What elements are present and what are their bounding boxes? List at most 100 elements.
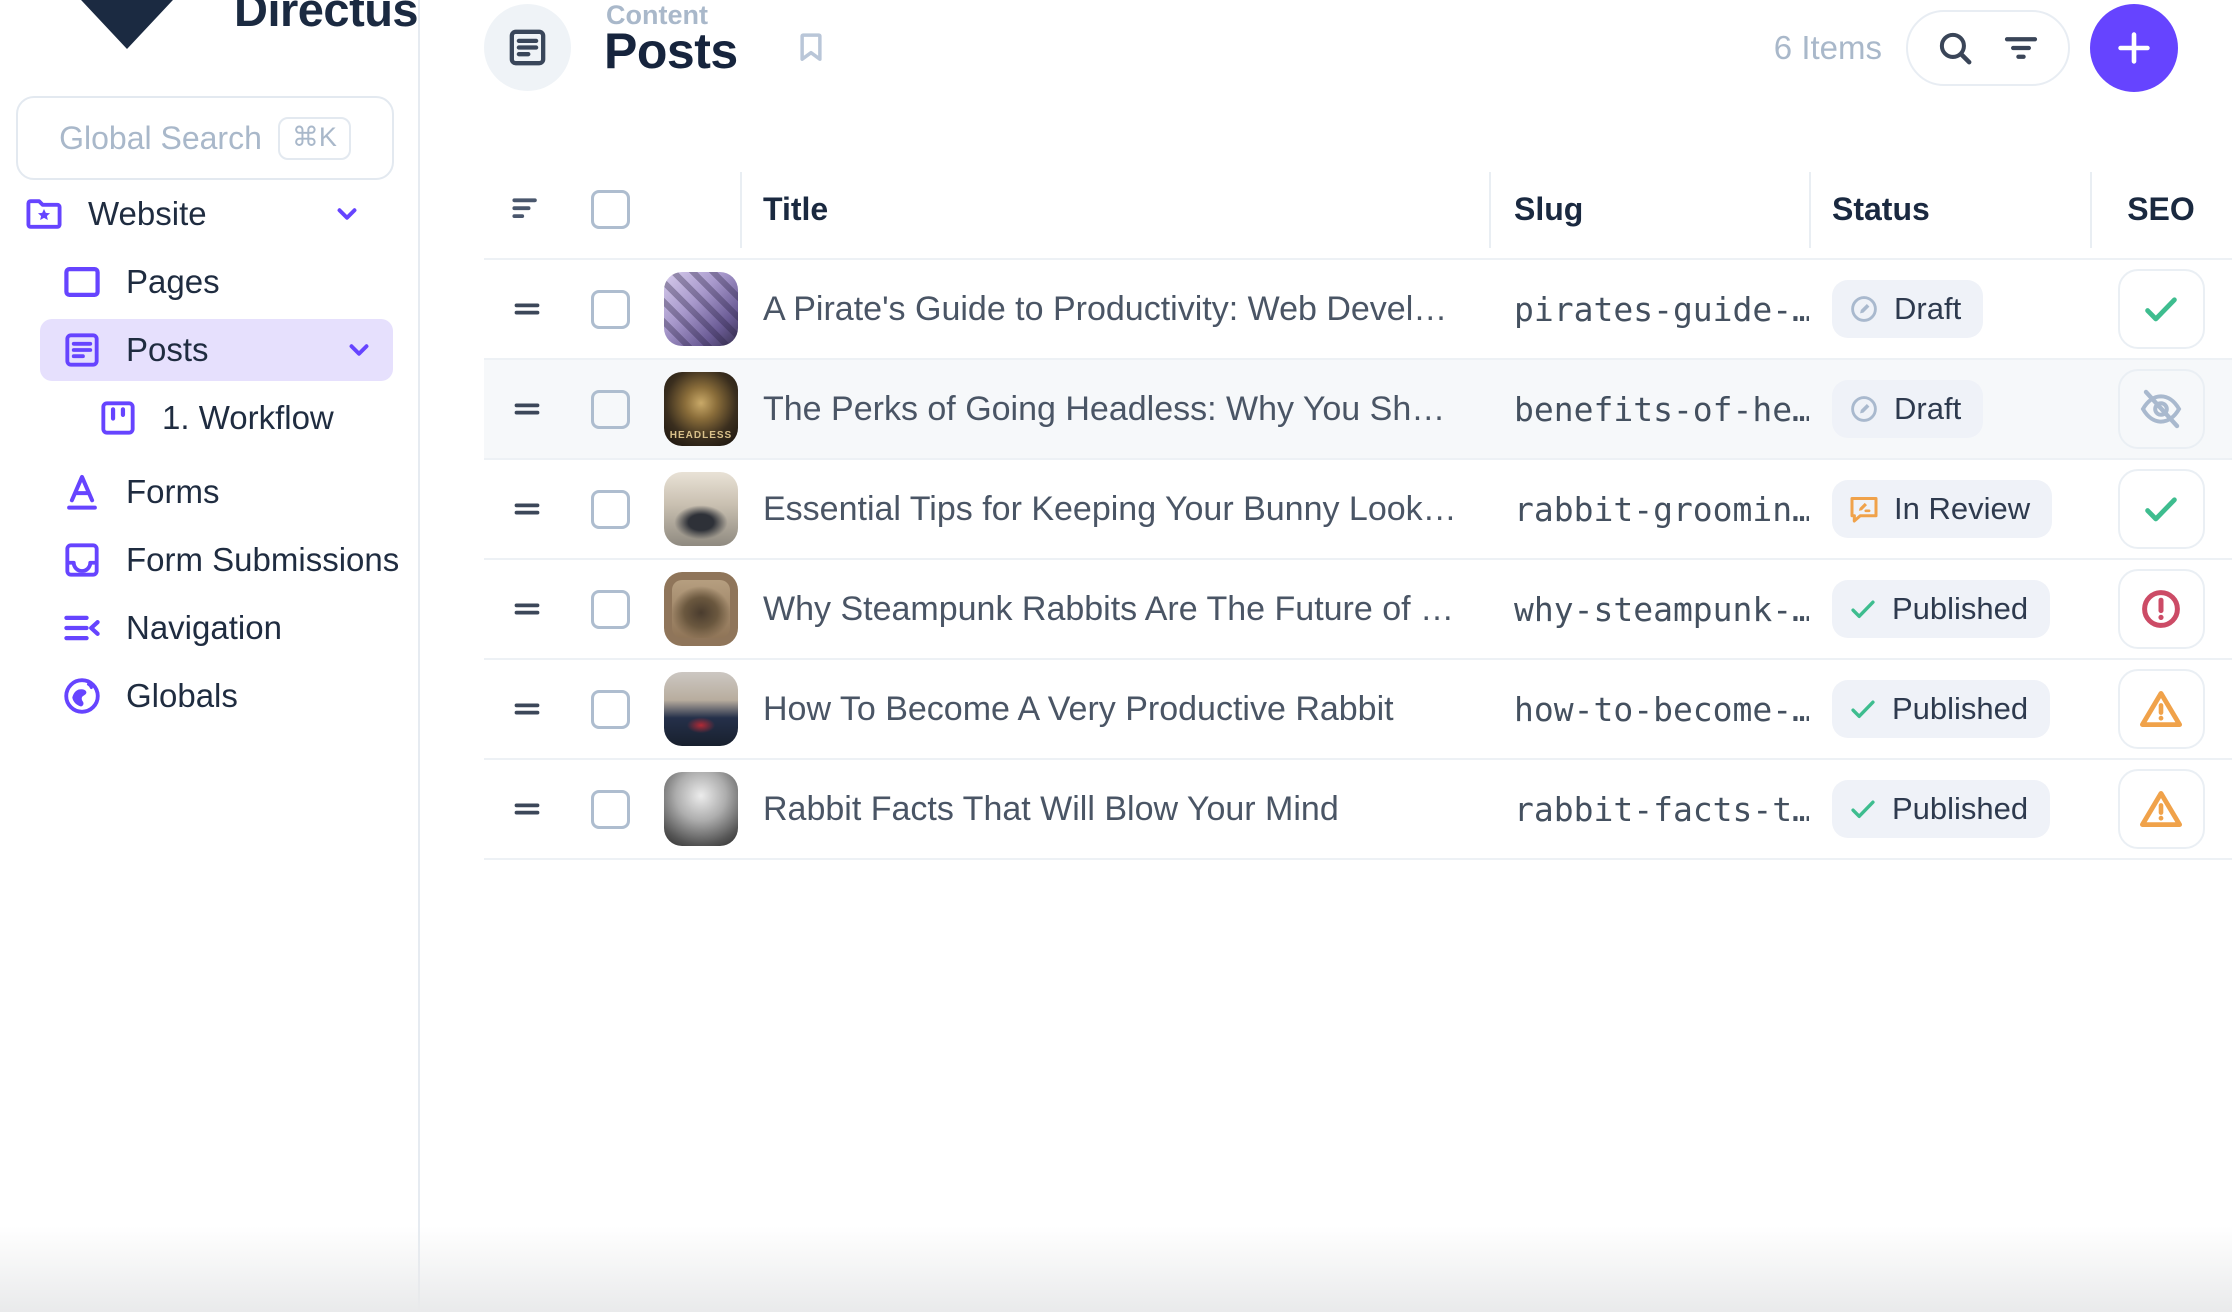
seo-status-ok <box>2118 269 2205 349</box>
post-slug: why-steampunk-… <box>1489 590 1809 629</box>
brand-header[interactable]: Directus <box>76 0 418 48</box>
seo-status-warning <box>2118 769 2205 849</box>
filter-icon[interactable] <box>2000 27 2042 69</box>
post-slug: pirates-guide-… <box>1489 290 1809 329</box>
check-icon <box>2138 486 2184 532</box>
column-header-slug[interactable]: Slug <box>1489 191 1809 228</box>
draft-icon <box>1846 391 1882 427</box>
sidebar-item-label: Website <box>88 195 207 233</box>
status-badge: Published <box>1832 680 2050 738</box>
table-header-row: Title Slug Status SEO <box>484 160 2232 260</box>
directus-logo-icon <box>76 0 178 49</box>
table-row[interactable]: Rabbit Facts That Will Blow Your Mind ra… <box>484 760 2232 860</box>
published-check-icon <box>1846 592 1880 626</box>
main-content: Content Posts 6 Items <box>422 0 2232 1312</box>
post-thumbnail: HEADLESS <box>664 372 738 446</box>
post-thumbnail <box>664 672 738 746</box>
page-title: Posts <box>604 22 738 80</box>
row-checkbox[interactable] <box>591 590 630 629</box>
warning-icon <box>2137 685 2185 733</box>
seo-status-hidden <box>2118 369 2205 449</box>
sidebar-nav: Website Pages Posts <box>0 180 420 730</box>
inbox-icon <box>60 538 104 582</box>
post-title: How To Become A Very Productive Rabbit <box>763 690 1489 729</box>
window-icon <box>60 260 104 304</box>
sidebar-item-navigation[interactable]: Navigation <box>0 594 420 662</box>
seo-status-ok <box>2118 469 2205 549</box>
check-icon <box>2138 286 2184 332</box>
post-title: Rabbit Facts That Will Blow Your Mind <box>763 790 1489 829</box>
table-row[interactable]: Essential Tips for Keeping Your Bunny Lo… <box>484 460 2232 560</box>
search-shortcut-badge: ⌘K <box>278 117 351 160</box>
post-title: Why Steampunk Rabbits Are The Future of … <box>763 590 1489 629</box>
status-badge: Draft <box>1832 280 1983 338</box>
table-row[interactable]: Why Steampunk Rabbits Are The Future of … <box>484 560 2232 660</box>
post-slug: rabbit-facts-t… <box>1489 790 1809 829</box>
table-row[interactable]: HEADLESS The Perks of Going Headless: Wh… <box>484 360 2232 460</box>
sidebar-item-pages[interactable]: Pages <box>0 248 420 316</box>
status-badge: Published <box>1832 780 2050 838</box>
post-slug: benefits-of-he… <box>1489 390 1809 429</box>
row-checkbox[interactable] <box>591 490 630 529</box>
column-divider <box>1809 172 1811 248</box>
seo-status-warning <box>2118 669 2205 749</box>
row-checkbox[interactable] <box>591 690 630 729</box>
posts-table: Title Slug Status SEO A Pirate's Guide t… <box>484 160 2232 860</box>
published-check-icon <box>1846 792 1880 826</box>
drag-handle-icon[interactable] <box>484 291 570 327</box>
article-icon <box>60 328 104 372</box>
add-item-button[interactable] <box>2090 4 2178 92</box>
sort-icon[interactable] <box>484 190 570 228</box>
select-all-checkbox[interactable] <box>591 190 630 229</box>
table-row[interactable]: A Pirate's Guide to Productivity: Web De… <box>484 260 2232 360</box>
column-divider <box>2090 172 2092 248</box>
sidebar-item-form-submissions[interactable]: Form Submissions <box>0 526 420 594</box>
page-header: Content Posts 6 Items <box>484 0 2232 160</box>
article-icon <box>504 24 551 71</box>
sidebar-item-globals[interactable]: Globals <box>0 662 420 730</box>
chevron-down-icon[interactable] <box>341 332 377 368</box>
column-header-status[interactable]: Status <box>1809 191 2090 228</box>
drag-handle-icon[interactable] <box>484 591 570 627</box>
drag-handle-icon[interactable] <box>484 691 570 727</box>
plus-icon <box>2111 25 2157 71</box>
post-slug: how-to-become-… <box>1489 690 1809 729</box>
sidebar-item-label: 1. Workflow <box>162 399 334 437</box>
table-row[interactable]: How To Become A Very Productive Rabbit h… <box>484 660 2232 760</box>
sidebar-item-website[interactable]: Website <box>0 180 420 248</box>
drag-handle-icon[interactable] <box>484 391 570 427</box>
search-icon[interactable] <box>1934 27 1976 69</box>
row-checkbox[interactable] <box>591 290 630 329</box>
drag-handle-icon[interactable] <box>484 491 570 527</box>
folder-star-icon <box>22 192 66 236</box>
sidebar-item-workflow[interactable]: 1. Workflow <box>0 384 420 452</box>
sidebar: Directus Global Search ⌘K Website Pages <box>0 0 420 1312</box>
sidebar-item-label: Form Submissions <box>126 541 399 579</box>
post-title: Essential Tips for Keeping Your Bunny Lo… <box>763 490 1489 529</box>
global-search-input[interactable]: Global Search ⌘K <box>16 96 394 180</box>
sidebar-item-label: Posts <box>126 331 209 369</box>
drag-handle-icon[interactable] <box>484 791 570 827</box>
brand-name: Directus <box>234 0 418 37</box>
row-checkbox[interactable] <box>591 390 630 429</box>
letter-a-icon <box>60 470 104 514</box>
status-badge: Draft <box>1832 380 1983 438</box>
sidebar-item-posts[interactable]: Posts <box>40 319 393 381</box>
column-divider <box>1489 172 1491 248</box>
column-header-seo[interactable]: SEO <box>2090 191 2232 228</box>
row-checkbox[interactable] <box>591 790 630 829</box>
error-icon <box>2137 585 2185 633</box>
status-badge: In Review <box>1832 480 2052 538</box>
post-thumbnail <box>664 472 738 546</box>
items-count: 6 Items <box>1774 29 1882 67</box>
sidebar-item-forms[interactable]: Forms <box>0 458 420 526</box>
column-divider <box>740 172 742 248</box>
search-placeholder: Global Search <box>59 120 262 157</box>
collection-icon-button[interactable] <box>484 4 571 91</box>
column-header-title[interactable]: Title <box>763 191 1489 228</box>
menu-open-icon <box>60 606 104 650</box>
bookmark-icon[interactable] <box>792 28 830 66</box>
globe-icon <box>60 674 104 718</box>
post-title: The Perks of Going Headless: Why You Sho… <box>763 390 1489 429</box>
chevron-down-icon[interactable] <box>329 196 365 232</box>
